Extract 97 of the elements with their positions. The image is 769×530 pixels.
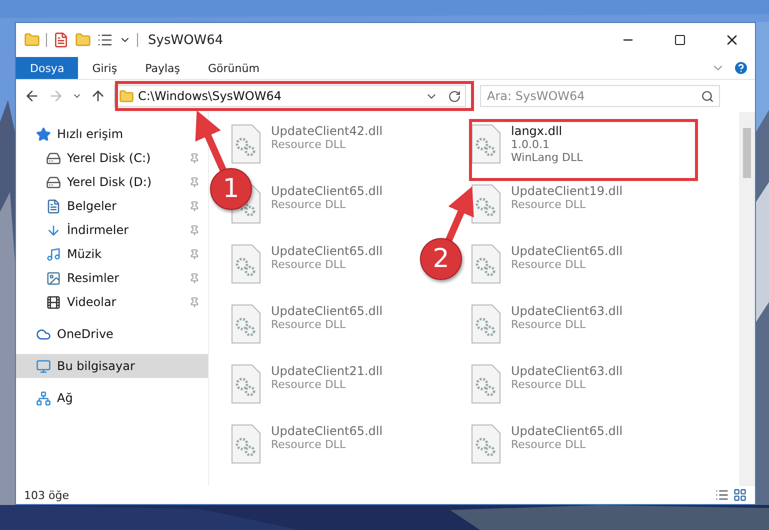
file-detail: WinLang DLL bbox=[511, 151, 583, 164]
dll-file-icon bbox=[471, 124, 501, 164]
view-list-icon[interactable] bbox=[97, 32, 113, 48]
tiles-view-icon[interactable] bbox=[733, 488, 747, 502]
file-detail: Resource DLL bbox=[271, 318, 347, 331]
file-detail: Resource DLL bbox=[271, 378, 347, 391]
sidebar-item[interactable]: Videolar bbox=[16, 290, 208, 314]
ribbon-tab[interactable]: Görünüm bbox=[194, 57, 274, 79]
sidebar-item[interactable]: Yerel Disk (D:) bbox=[16, 170, 208, 194]
item-count: 103 öğe bbox=[24, 488, 70, 502]
details-view-icon[interactable] bbox=[715, 488, 729, 502]
file-name[interactable]: UpdateClient65.dll bbox=[271, 424, 383, 438]
file-detail: Resource DLL bbox=[511, 378, 587, 391]
refresh-icon[interactable] bbox=[448, 90, 461, 102]
file-name[interactable]: UpdateClient63.dll bbox=[511, 364, 623, 378]
search-icon bbox=[701, 90, 714, 103]
file-name[interactable]: UpdateClient42.dll bbox=[271, 124, 383, 138]
sidebar-item[interactable]: Yerel Disk (C:) bbox=[16, 146, 208, 170]
file-detail: Resource DLL bbox=[271, 438, 347, 451]
search-field[interactable]: Ara: SysWOW64 bbox=[480, 85, 720, 107]
pin-icon bbox=[189, 152, 200, 164]
drive-icon bbox=[46, 174, 61, 190]
sidebar-item[interactable]: Ağ bbox=[16, 386, 81, 410]
sidebar-item[interactable]: OneDrive bbox=[16, 322, 122, 346]
file-name[interactable]: UpdateClient65.dll bbox=[511, 424, 623, 438]
file-detail: 1.0.0.1 bbox=[511, 138, 550, 151]
folder-icon bbox=[119, 88, 134, 104]
file-name[interactable]: langx.dll bbox=[511, 124, 583, 138]
annotation-arrow bbox=[195, 110, 228, 174]
pin-icon bbox=[189, 224, 200, 236]
address-path: C:\Windows\SysWOW64 bbox=[138, 89, 282, 103]
dll-file-icon bbox=[231, 124, 261, 164]
sidebar-label: Ağ bbox=[57, 391, 73, 405]
annotation-arrow bbox=[444, 186, 474, 244]
pin-icon bbox=[189, 200, 200, 212]
file-detail: Resource DLL bbox=[511, 318, 587, 331]
sidebar-item[interactable]: Müzik bbox=[16, 242, 208, 266]
file-detail: Resource DLL bbox=[511, 438, 587, 451]
dll-file-icon bbox=[471, 424, 501, 464]
file-detail: Resource DLL bbox=[271, 198, 347, 211]
window-title: SysWOW64 bbox=[148, 32, 224, 48]
sidebar-label: İndirmeler bbox=[67, 223, 130, 237]
sidebar-item[interactable]: Resimler bbox=[16, 266, 208, 290]
star-icon bbox=[36, 126, 51, 142]
scroll-thumb[interactable] bbox=[743, 128, 751, 178]
sidebar-item[interactable]: Belgeler bbox=[16, 194, 208, 218]
file-name[interactable]: UpdateClient65.dll bbox=[271, 304, 383, 318]
documents-icon bbox=[46, 198, 61, 214]
sidebar-label: OneDrive bbox=[57, 327, 114, 341]
network-icon bbox=[36, 390, 51, 406]
systemdrive-icon bbox=[46, 150, 61, 166]
file-name[interactable]: UpdateClient65.dll bbox=[271, 244, 383, 258]
file-name[interactable]: UpdateClient63.dll bbox=[511, 304, 623, 318]
file-detail: Resource DLL bbox=[511, 258, 587, 271]
videos-icon bbox=[46, 294, 61, 310]
file-name[interactable]: UpdateClient65.dll bbox=[511, 244, 623, 258]
sidebar-label: Resimler bbox=[67, 271, 120, 285]
pin-icon bbox=[189, 176, 200, 188]
sidebar-label: Videolar bbox=[67, 295, 118, 309]
sidebar-item[interactable]: Bu bilgisayar bbox=[16, 354, 208, 378]
ribbon-tab[interactable]: Dosya bbox=[16, 57, 78, 79]
sidebar-label: Bu bilgisayar bbox=[57, 359, 136, 373]
dll-file-icon bbox=[231, 244, 261, 284]
sidebar-label: Yerel Disk (C:) bbox=[67, 151, 152, 165]
help-icon[interactable] bbox=[733, 60, 749, 76]
sidebar-label: Belgeler bbox=[67, 199, 118, 213]
pin-icon bbox=[189, 296, 200, 308]
pin-icon bbox=[189, 272, 200, 284]
dll-file-icon bbox=[471, 364, 501, 404]
sidebar-label: Hızlı erişim bbox=[57, 127, 124, 141]
cloud-icon bbox=[36, 326, 51, 342]
dll-file-icon bbox=[231, 304, 261, 344]
file-name[interactable]: UpdateClient19.dll bbox=[511, 184, 623, 198]
ribbon-tab[interactable]: Paylaş bbox=[131, 57, 194, 79]
music-icon bbox=[46, 246, 61, 262]
ribbon-tab[interactable]: Giriş bbox=[78, 57, 132, 79]
file-name[interactable]: UpdateClient65.dll bbox=[271, 184, 383, 198]
address-bar[interactable]: C:\Windows\SysWOW64 bbox=[114, 85, 466, 107]
dll-file-icon bbox=[231, 364, 261, 404]
pictures-icon bbox=[46, 270, 61, 286]
file-detail: Resource DLL bbox=[271, 258, 347, 271]
dll-file-icon bbox=[231, 424, 261, 464]
sidebar-item[interactable]: Hızlı erişim bbox=[16, 122, 132, 146]
sidebar-label: Müzik bbox=[67, 247, 103, 261]
dll-file-icon bbox=[471, 244, 501, 284]
file-detail: Resource DLL bbox=[511, 198, 587, 211]
file-detail: Resource DLL bbox=[271, 138, 347, 151]
file-name[interactable]: UpdateClient21.dll bbox=[271, 364, 383, 378]
scrollbar[interactable] bbox=[739, 112, 755, 486]
computer-icon bbox=[36, 358, 51, 374]
sidebar-label: Yerel Disk (D:) bbox=[67, 175, 153, 189]
maximize-icon bbox=[674, 34, 686, 46]
dll-file-icon bbox=[471, 184, 501, 224]
sidebar-item[interactable]: İndirmeler bbox=[16, 218, 208, 242]
pin-icon bbox=[189, 248, 200, 260]
downloads-icon bbox=[46, 222, 61, 238]
dll-file-icon bbox=[471, 304, 501, 344]
